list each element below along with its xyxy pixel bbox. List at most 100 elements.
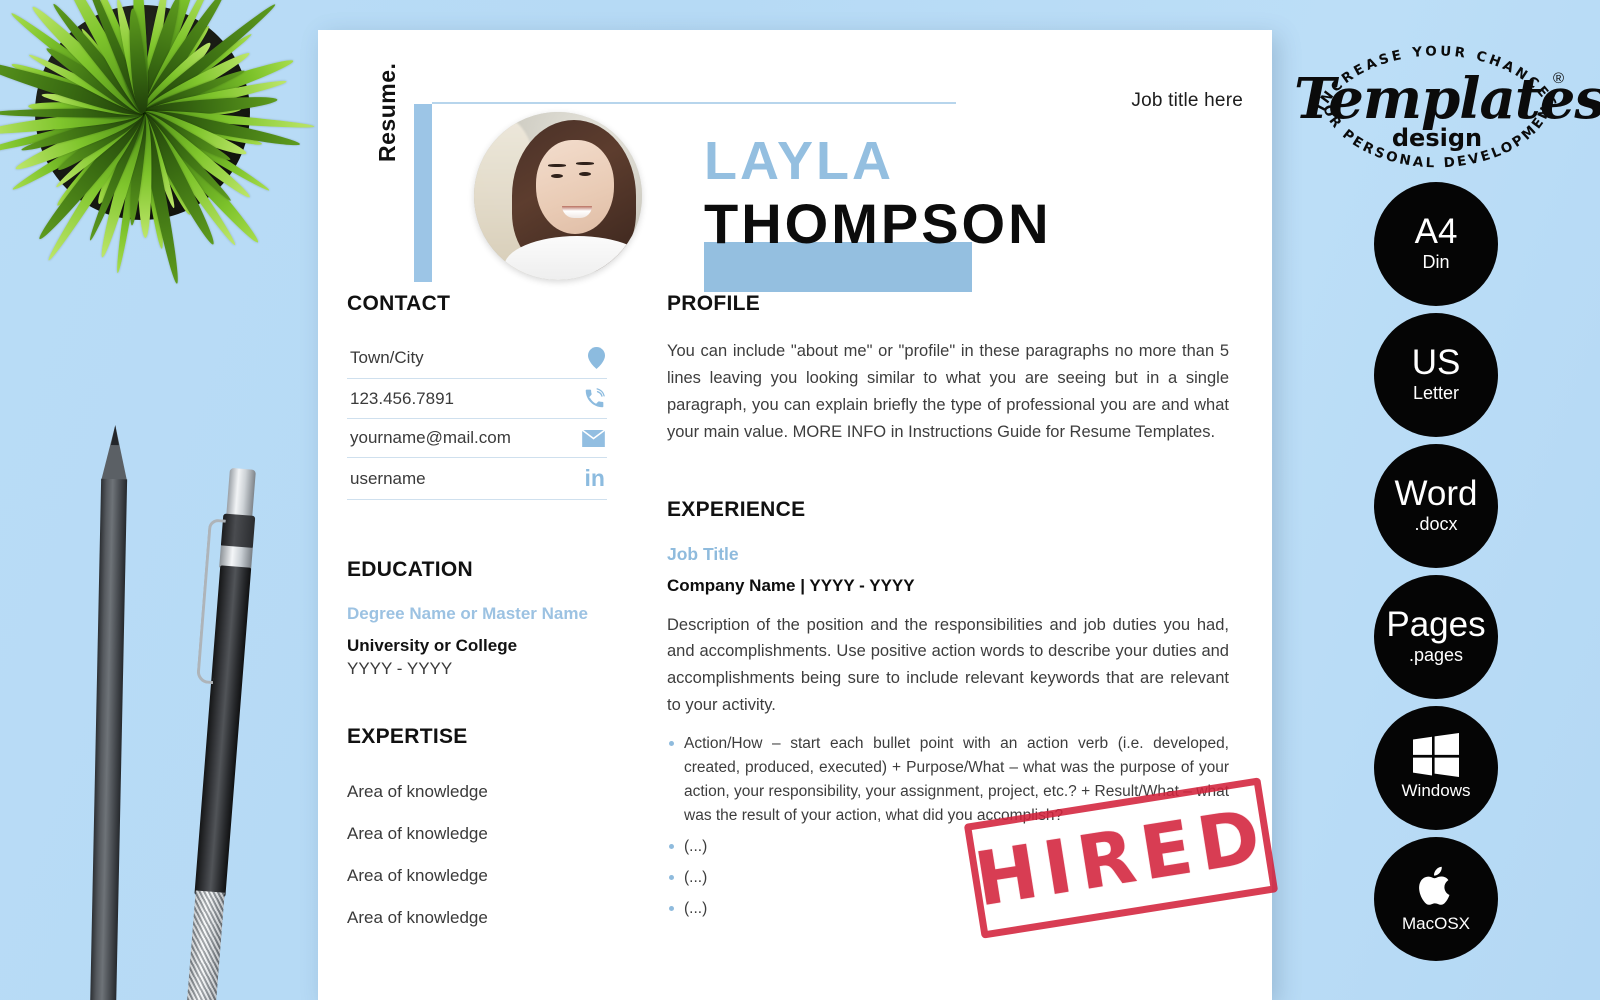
plant-leaf	[12, 106, 147, 176]
plant-leaf	[49, 0, 148, 117]
badge-word-sub: .docx	[1414, 513, 1458, 534]
brow-left	[548, 164, 566, 167]
experience-job-title: Job Title	[667, 543, 739, 564]
plant-leaf	[139, 47, 253, 119]
header-accent-bar	[414, 104, 432, 282]
face	[536, 140, 614, 234]
contact-row-phone: 123.456.7891	[347, 379, 607, 419]
left-column: CONTACT Town/City 123.456.7891 yourname@…	[347, 292, 629, 939]
plant-leaf	[136, 109, 220, 248]
contact-linkedin-value: username	[350, 468, 426, 488]
badge-a4-sub: Din	[1422, 251, 1450, 272]
expertise-item: Area of knowledge	[347, 824, 488, 843]
name-first: LAYLA	[704, 131, 895, 191]
pencil-lead	[110, 424, 120, 446]
plant-leaf	[125, 7, 151, 114]
plant-leaf	[140, 30, 255, 117]
badge-word[interactable]: Word .docx	[1374, 444, 1498, 568]
contact-location-value: Town/City	[350, 348, 424, 367]
profile-section: PROFILE You can include "about me" or "p…	[667, 292, 1229, 446]
registered-mark: ®	[1552, 70, 1564, 87]
expertise-item: Area of knowledge	[347, 782, 488, 801]
badge-windows[interactable]: Windows	[1374, 706, 1498, 830]
logo-subword: design	[1391, 124, 1483, 152]
pencil-body	[89, 478, 128, 1000]
plant-leaf	[141, 106, 302, 151]
plant-leaf	[26, 50, 146, 118]
profile-photo	[474, 112, 642, 280]
plant-leaf	[140, 108, 233, 165]
plant-leaf	[78, 26, 147, 116]
plant-leaf	[138, 111, 179, 210]
spacer-profile-experience	[667, 446, 1229, 498]
pen-grip	[185, 890, 225, 1000]
profile-text: You can include "about me" or "profile" …	[667, 342, 1229, 441]
potted-plant	[0, 0, 370, 345]
logo-wordmark: Templates	[1294, 66, 1600, 132]
plant-leaf	[141, 107, 264, 150]
plant-leaf	[50, 0, 149, 117]
pen-cap	[226, 467, 256, 518]
linkedin-icon: in	[584, 465, 605, 491]
windows-logo-icon	[1413, 733, 1459, 778]
plant-leaf	[140, 106, 250, 161]
brow-right	[576, 162, 594, 165]
plant-leaf	[44, 110, 148, 264]
education-school: University or College	[347, 636, 518, 655]
contact-row-email: yourname@mail.com	[347, 419, 607, 458]
plant-leaf	[141, 76, 288, 119]
experience-description: Description of the position and the resp…	[667, 615, 1229, 715]
badge-pages-sub: .pages	[1408, 644, 1464, 665]
plant-leaf	[33, 108, 149, 244]
plant-leaf	[137, 0, 230, 117]
plant-pot	[35, 5, 250, 220]
location-pin-icon	[588, 347, 605, 369]
contact-heading: CONTACT	[347, 292, 451, 315]
contact-row-location: Town/City	[347, 338, 607, 379]
plant-leaf	[137, 108, 264, 248]
plant-leaf	[137, 112, 168, 250]
plant-leaf	[112, 0, 149, 115]
plant-leaf	[138, 0, 219, 116]
badge-a4[interactable]: A4 Din	[1374, 182, 1498, 306]
experience-heading: EXPERIENCE	[667, 497, 806, 521]
plant-leaf	[52, 108, 148, 210]
badge-us-sub: Letter	[1412, 382, 1460, 403]
contact-email-value: yourname@mail.com	[350, 428, 511, 447]
plant-leaf	[136, 111, 184, 285]
templates-design-logo: INCREASE YOUR CHANCES FOR PERSONAL DEVEL…	[1294, 24, 1600, 174]
badge-pages[interactable]: Pages .pages	[1374, 575, 1498, 699]
plant-leaf	[130, 0, 150, 114]
plant-leaf	[53, 109, 146, 191]
header-rule	[432, 102, 956, 104]
plant-leaf	[54, 107, 147, 176]
plant-leaf	[137, 0, 172, 114]
format-rail: INCREASE YOUR CHANCES FOR PERSONAL DEVEL…	[1272, 0, 1600, 1000]
resume-page: Job title here Resume. LAYLA THOMPSON CO…	[318, 30, 1279, 1000]
envelope-icon	[582, 429, 605, 447]
plant-leaf	[40, 89, 144, 119]
plant-leaf	[137, 37, 216, 119]
plant-leaf	[140, 109, 272, 195]
education-years: YYYY - YYYY	[347, 659, 453, 678]
plant-leaf	[0, 108, 145, 159]
plant-leaf	[138, 17, 148, 113]
expertise-section: EXPERTISE Area of knowledge Area of know…	[347, 725, 607, 939]
badge-word-main: Word	[1394, 474, 1478, 513]
plant-leaf	[9, 58, 146, 120]
plant-leaf	[137, 110, 196, 218]
plant-leaf	[0, 106, 144, 139]
graphite-pencil	[89, 424, 129, 1000]
plant-leaf	[9, 108, 146, 195]
phone-icon	[584, 388, 605, 409]
plant-leaf	[138, 109, 240, 249]
badge-macosx[interactable]: MacOSX	[1374, 837, 1498, 961]
badge-us-letter[interactable]: US Letter	[1374, 313, 1498, 437]
plant-leaf	[19, 107, 145, 156]
plant-leaf	[139, 109, 234, 204]
apple-logo-icon	[1416, 862, 1456, 910]
plant-leaf	[93, 0, 151, 116]
plant-leaf	[138, 22, 214, 117]
plant-leaf	[142, 108, 315, 131]
plant-leaf	[140, 53, 296, 121]
